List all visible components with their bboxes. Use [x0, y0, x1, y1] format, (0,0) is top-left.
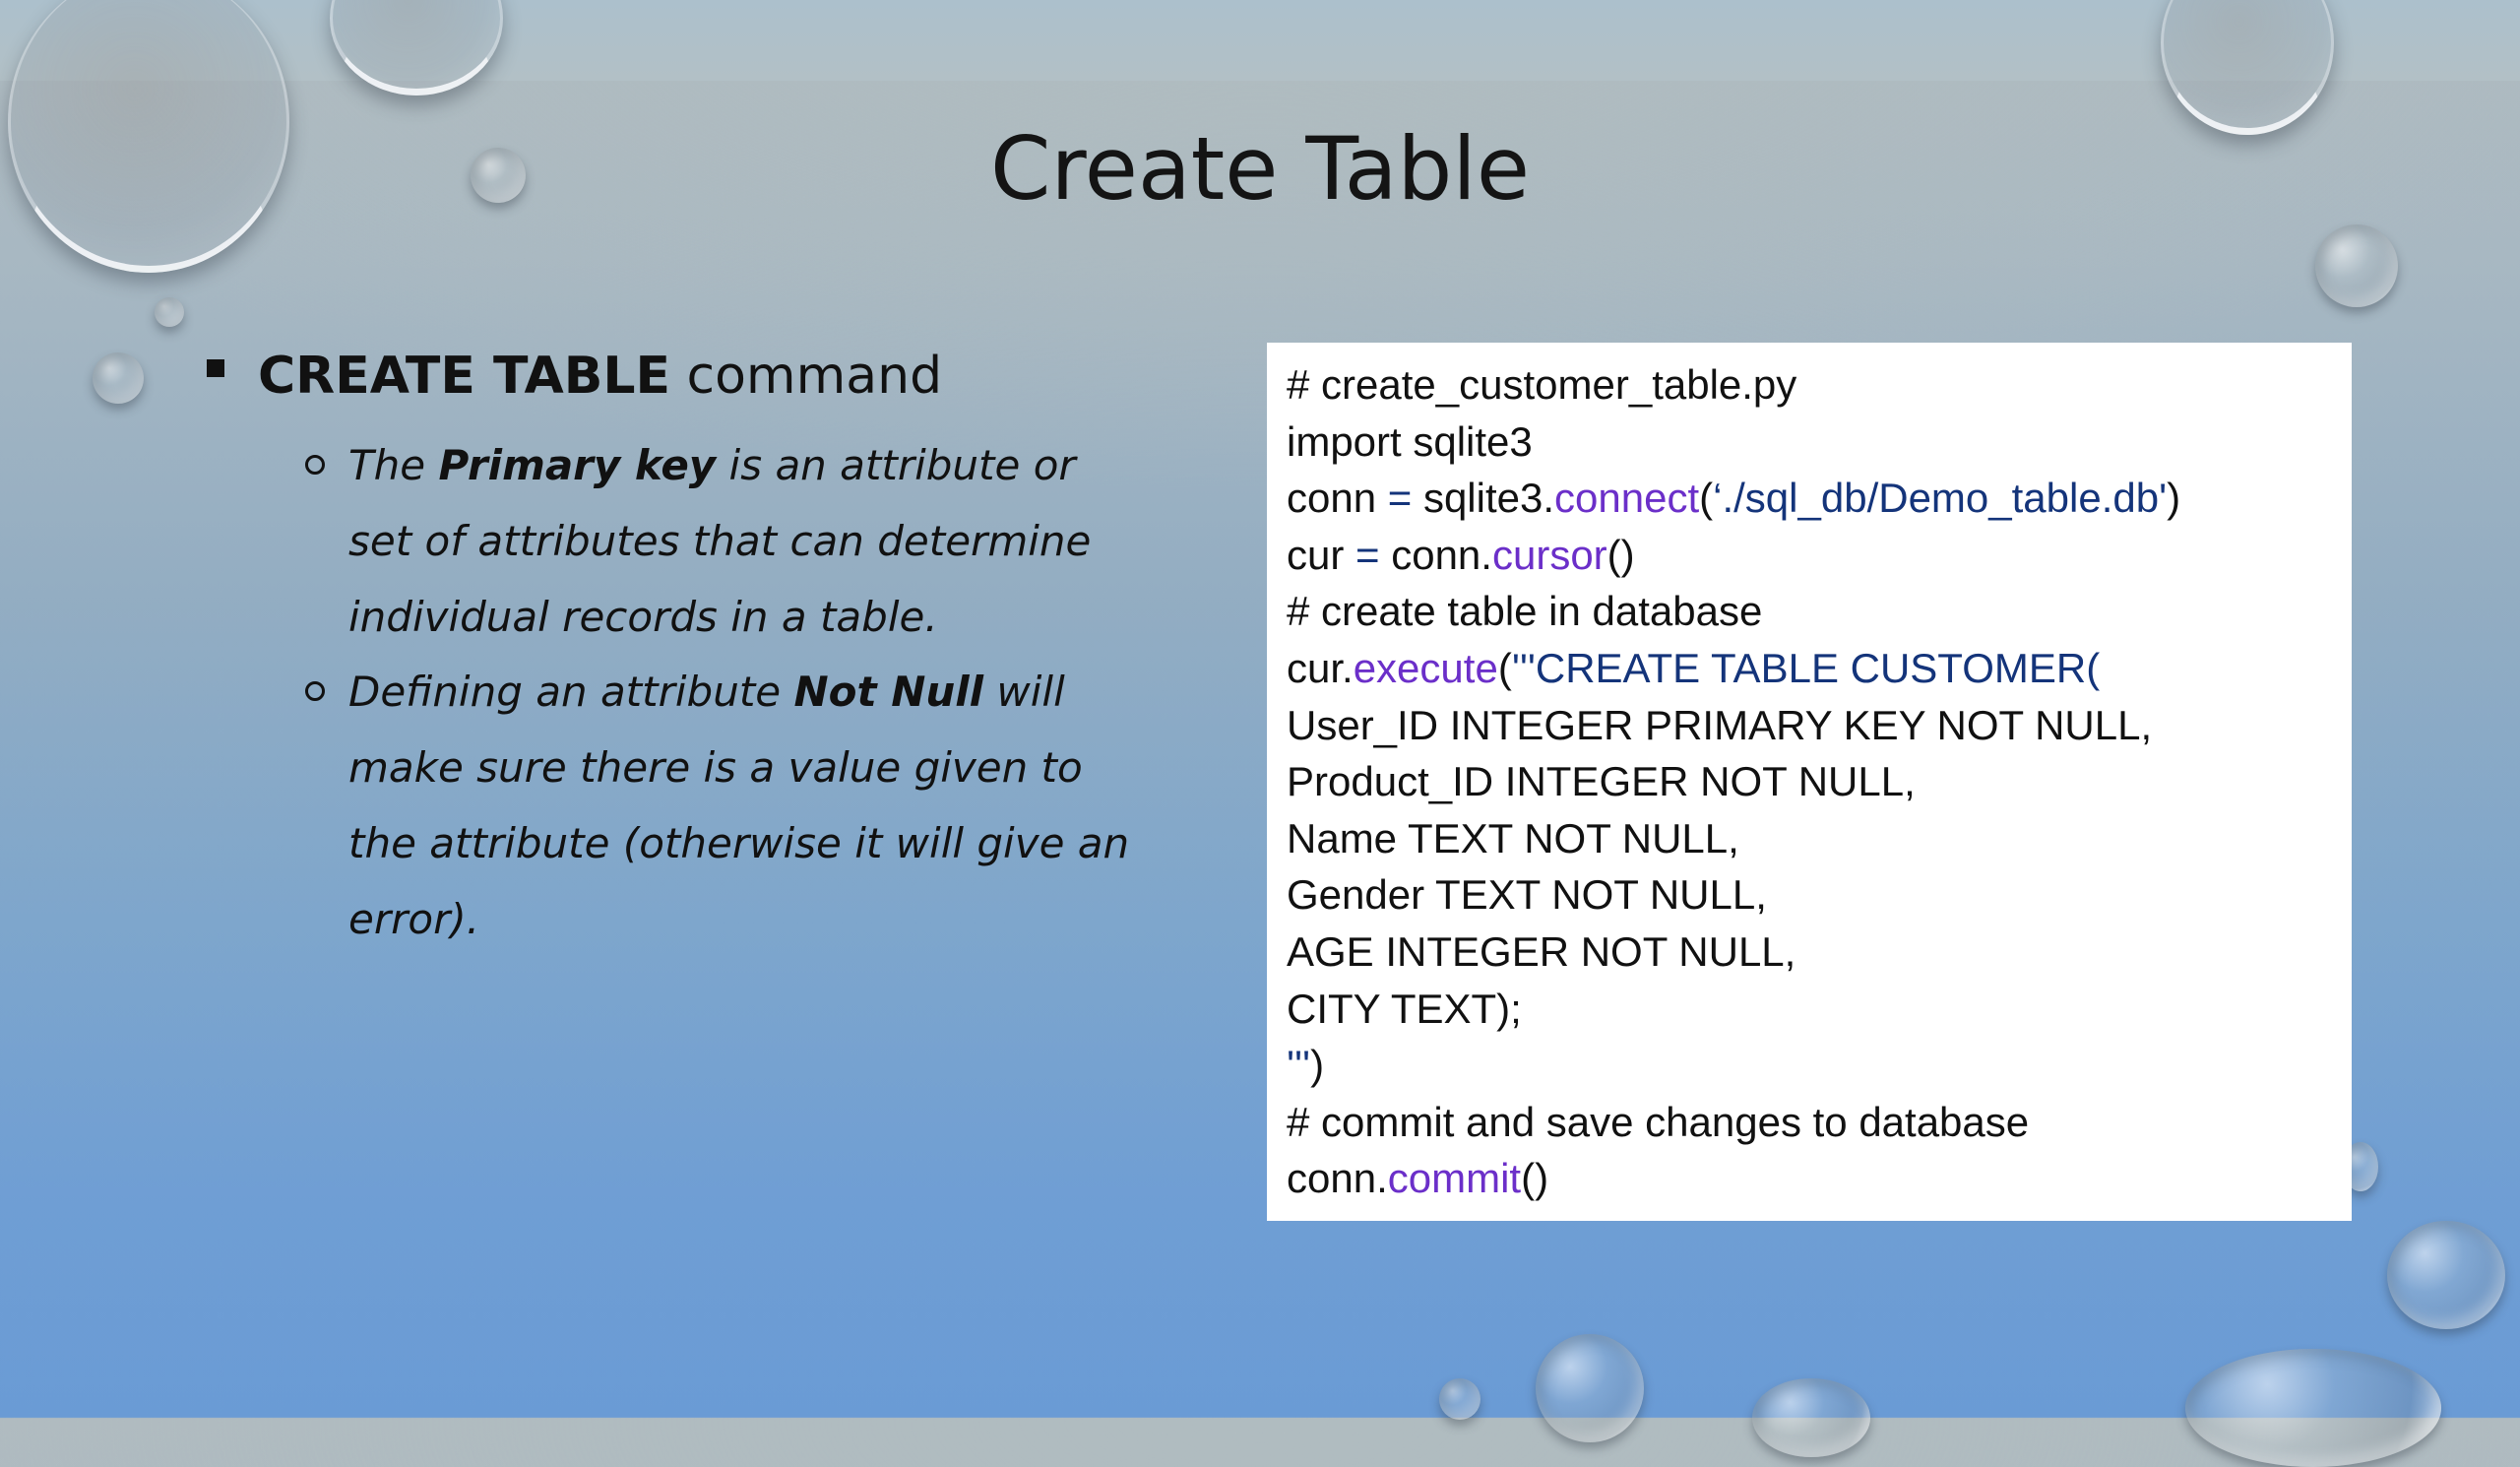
sub-bullet-primary-key: The Primary key is an attribute or set o…	[305, 427, 1152, 655]
water-drop-decoration	[330, 0, 503, 96]
circle-bullet-icon	[305, 681, 325, 701]
code-line: conn.commit()	[1287, 1155, 1549, 1202]
code-comment: # commit and save changes to database	[1287, 1098, 2030, 1145]
water-drop-decoration	[1536, 1334, 1644, 1442]
sub-bullet-not-null: Defining an attribute Not Null will make…	[305, 654, 1152, 957]
code-line: Gender TEXT NOT NULL,	[1287, 871, 1767, 919]
code-line: User_ID INTEGER PRIMARY KEY NOT NULL,	[1287, 701, 2153, 748]
water-drop-decoration	[2315, 224, 2398, 307]
code-line: cur = conn.cursor()	[1287, 531, 1635, 578]
water-drop-decoration	[2161, 0, 2334, 135]
code-line: cur.execute('''CREATE TABLE CUSTOMER(	[1287, 644, 2101, 691]
water-drop-decoration	[2387, 1221, 2505, 1329]
water-drop-decoration	[1439, 1378, 1480, 1420]
sub-bullet-text: Defining an attribute Not Null will make…	[348, 668, 1130, 943]
code-line: CITY TEXT);	[1287, 985, 1522, 1032]
code-line: AGE INTEGER NOT NULL,	[1287, 927, 1796, 975]
water-drop-decoration	[2185, 1349, 2441, 1467]
slide-title: Create Table	[990, 118, 1530, 220]
code-line: ''')	[1287, 1042, 1325, 1089]
code-line: Name TEXT NOT NULL,	[1287, 814, 1739, 861]
code-line: # create_customer_table.py	[1287, 361, 1797, 408]
water-drop-decoration	[1752, 1378, 1870, 1457]
sub-bullet-text: The Primary key is an attribute or set o…	[348, 441, 1092, 641]
main-bullet-bold: CREATE TABLE	[258, 347, 670, 406]
code-line: Product_ID INTEGER NOT NULL,	[1287, 758, 1916, 805]
code-comment: # create table in database	[1287, 588, 1763, 635]
code-line: conn = sqlite3.connect(‘./sql_db/Demo_ta…	[1287, 475, 2181, 522]
main-bullet-text: command	[670, 347, 943, 406]
code-line: import sqlite3	[1287, 417, 1533, 465]
circle-bullet-icon	[305, 455, 325, 475]
water-drop-decoration	[155, 297, 184, 327]
square-bullet-icon	[207, 359, 224, 377]
code-block: # create_customer_table.py import sqlite…	[1267, 343, 2352, 1221]
water-drop-decoration	[93, 352, 144, 404]
main-bullet: CREATE TABLE command	[207, 347, 942, 406]
